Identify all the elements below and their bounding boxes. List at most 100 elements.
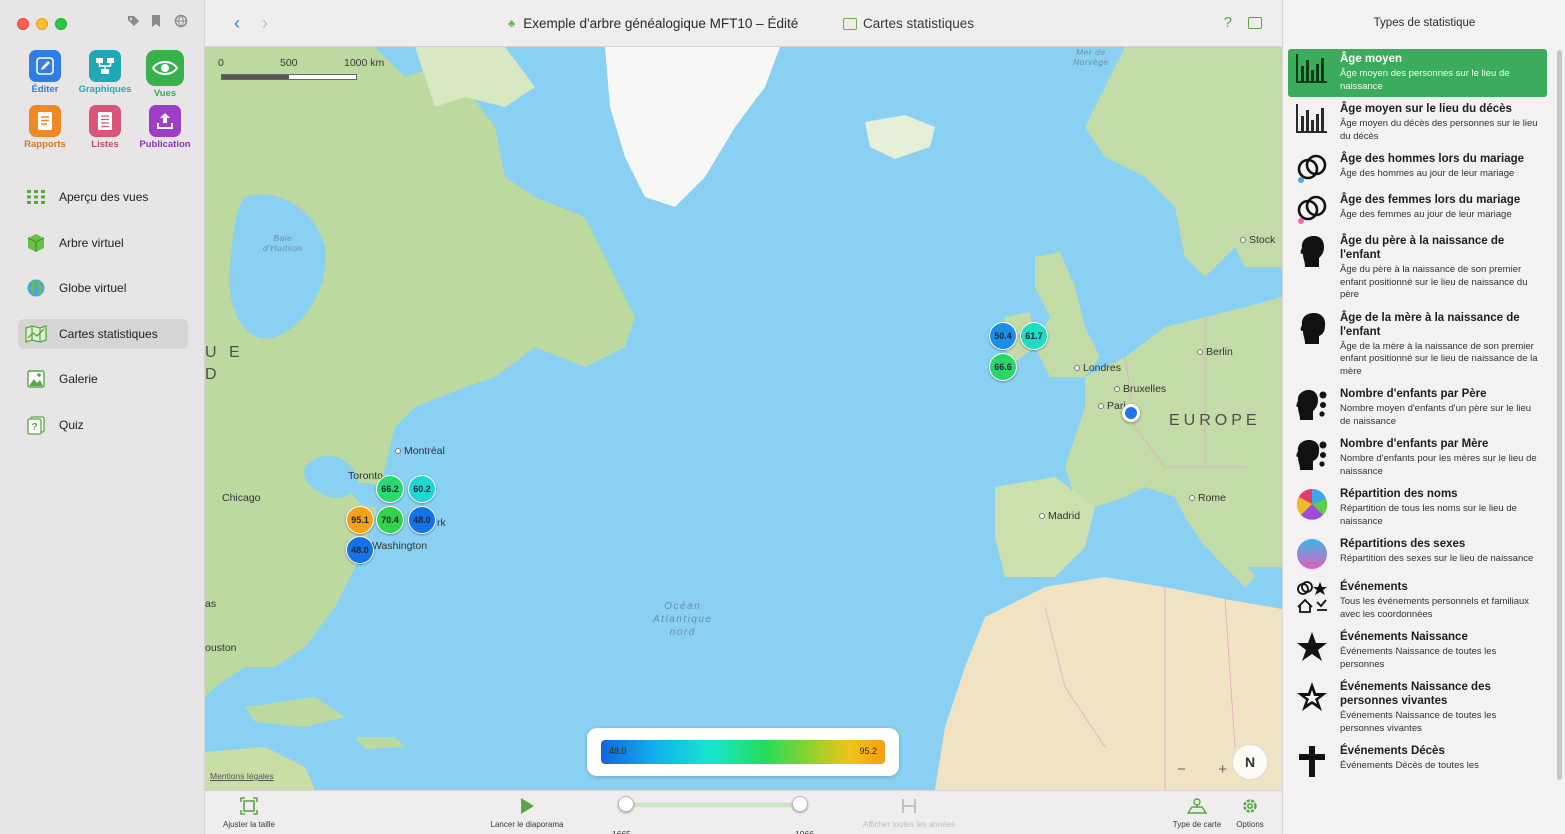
publication-tool-label: Publication bbox=[139, 139, 191, 150]
statistic-type-item[interactable]: Âge moyen sur le lieu du décès Âge moyen … bbox=[1288, 99, 1547, 147]
map-label-chicago: Chicago bbox=[222, 492, 261, 504]
statistic-type-item[interactable]: Nombre d'enfants par Père Nombre moyen d'… bbox=[1288, 384, 1547, 432]
reports-tool[interactable]: Rapports bbox=[15, 105, 75, 150]
statistic-type-item[interactable]: Âge de la mère à la naissance de l'enfan… bbox=[1288, 308, 1547, 383]
sidebar-item-virtual-tree[interactable]: Arbre virtuel bbox=[18, 228, 188, 258]
edit-tool-label: Éditer bbox=[31, 84, 59, 95]
statistic-type-item[interactable]: Nombre d'enfants par Mère Nombre d'enfant… bbox=[1288, 434, 1547, 482]
sidebar-item-gallery[interactable]: Galerie bbox=[18, 364, 188, 394]
map-marker[interactable]: 48.0 bbox=[346, 536, 374, 564]
zoom-out-button[interactable]: − bbox=[1177, 761, 1186, 781]
map-label-houston: ouston bbox=[205, 642, 237, 654]
minimize-window-button[interactable] bbox=[36, 18, 48, 30]
views-tool[interactable]: Vues bbox=[135, 50, 195, 99]
lists-tool[interactable]: Listes bbox=[75, 105, 135, 150]
statistic-list: Âge moyen Âge moyen des personnes sur le … bbox=[1288, 49, 1547, 784]
map-marker[interactable]: 61.7 bbox=[1020, 322, 1048, 350]
compass-button[interactable]: N bbox=[1232, 744, 1268, 780]
statistic-type-description: Âge moyen du décès des personnes sur le … bbox=[1340, 118, 1538, 142]
upload-icon bbox=[149, 105, 181, 137]
sidebar-item-views-overview[interactable]: Aperçu des vues bbox=[18, 182, 188, 212]
window-title-text: Exemple d'arbre généalogique MFT10 – Édi… bbox=[523, 16, 799, 31]
year-range-slider[interactable]: 1665 1966 bbox=[612, 796, 814, 834]
start-slideshow-button[interactable]: Lancer le diaporama bbox=[487, 791, 567, 829]
statistic-type-item[interactable]: Événements Naissance des personnes vivan… bbox=[1288, 677, 1547, 739]
statistic-type-item[interactable]: Âge du père à la naissance de l'enfant Âg… bbox=[1288, 231, 1547, 306]
map-icon bbox=[843, 17, 857, 30]
zoom-in-button[interactable]: + bbox=[1218, 761, 1227, 781]
statistic-type-description: Répartition des sexes sur le lieu de nai… bbox=[1340, 553, 1534, 564]
map-label-berlin: Berlin bbox=[1197, 346, 1233, 358]
statistic-type-item[interactable]: Événements Tous les événements personnels… bbox=[1288, 577, 1547, 625]
close-window-button[interactable] bbox=[17, 18, 29, 30]
show-all-years-label: Afficher toutes les années bbox=[863, 820, 955, 829]
forward-chevron-icon[interactable]: › bbox=[257, 13, 273, 33]
sidebar-item-quiz[interactable]: ? Quiz bbox=[18, 410, 188, 440]
tag-icon[interactable] bbox=[126, 14, 140, 30]
fit-size-button[interactable]: Ajuster la taille bbox=[219, 791, 279, 829]
edit-tool[interactable]: Éditer bbox=[15, 50, 75, 99]
map-marker[interactable]: 66.2 bbox=[376, 475, 404, 503]
bookmark-icon[interactable] bbox=[150, 14, 164, 30]
panel-scrollbar[interactable] bbox=[1557, 50, 1562, 780]
window-title: ♣ Exemple d'arbre généalogique MFT10 – É… bbox=[508, 16, 798, 31]
legend-min: 48.0 bbox=[609, 746, 627, 756]
publication-tool[interactable]: Publication bbox=[135, 105, 195, 150]
toggle-sidebar-icon[interactable] bbox=[1248, 17, 1262, 29]
statistic-type-item[interactable]: Âge moyen Âge moyen des personnes sur le … bbox=[1288, 49, 1547, 97]
options-button[interactable]: Options bbox=[1225, 791, 1275, 829]
statistic-type-item[interactable]: Événements Naissance Événements Naissance… bbox=[1288, 627, 1547, 675]
sidebar-item-label: Aperçu des vues bbox=[59, 190, 149, 204]
sidebar-item-statistic-maps[interactable]: Cartes statistiques bbox=[18, 318, 188, 349]
zoom-controls: − + bbox=[1177, 761, 1227, 781]
back-chevron-icon[interactable]: ‹ bbox=[229, 13, 245, 33]
male-head-icon bbox=[1294, 234, 1330, 270]
sidebar-item-label: Quiz bbox=[59, 417, 84, 432]
map-land-layer bbox=[205, 47, 1282, 790]
statistic-type-name: Nombre d'enfants par Mère bbox=[1340, 438, 1489, 450]
statistic-type-item[interactable]: Répartitions des sexes Répartition des se… bbox=[1288, 534, 1547, 575]
play-icon bbox=[519, 797, 535, 817]
map-marker[interactable]: 48.0 bbox=[408, 506, 436, 534]
map-type-button[interactable]: Type de carte bbox=[1167, 791, 1227, 829]
gear-icon bbox=[1241, 797, 1259, 817]
charts-tool[interactable]: Graphiques bbox=[75, 50, 135, 99]
year-end-label: 1966 bbox=[795, 829, 814, 834]
statistic-type-item[interactable]: Âge des hommes lors du mariage Âge des ho… bbox=[1288, 149, 1547, 188]
map-marker[interactable]: 66.6 bbox=[989, 353, 1017, 381]
sidebar-item-virtual-globe[interactable]: Globe virtuel bbox=[18, 273, 188, 303]
map-view[interactable]: 0 500 1000 km Baie d'Hudson Mer de Norvè… bbox=[205, 47, 1282, 790]
statistic-type-text: Événements Naissance des personnes vivan… bbox=[1340, 680, 1543, 735]
window-subtitle-text: Cartes statistiques bbox=[863, 16, 975, 31]
statistic-type-text: Événements Décès Événements Décès de tout… bbox=[1340, 744, 1543, 773]
mother-children-icon bbox=[1294, 437, 1330, 473]
map-label-rome: Rome bbox=[1189, 492, 1226, 504]
show-all-years-button[interactable]: Afficher toutes les années bbox=[857, 791, 961, 829]
statistic-type-item[interactable]: Répartition des noms Répartition de tous … bbox=[1288, 484, 1547, 532]
statistic-type-name: Âge moyen sur le lieu du décès bbox=[1340, 103, 1512, 115]
map-scale-bar: 0 500 1000 km bbox=[218, 57, 388, 85]
globe-search-icon[interactable] bbox=[174, 14, 188, 30]
legal-notice-link[interactable]: Mentions légales bbox=[210, 771, 274, 781]
statistic-type-description: Âge des femmes au jour de leur mariage bbox=[1340, 209, 1512, 220]
map-icon bbox=[24, 323, 48, 345]
map-label-baie-hudson: Baie d'Hudson bbox=[263, 233, 303, 253]
map-marker[interactable]: 60.2 bbox=[408, 475, 436, 503]
statistic-type-item[interactable]: Âge des femmes lors du mariage Âge des fe… bbox=[1288, 190, 1547, 229]
map-marker[interactable]: 95.1 bbox=[346, 506, 374, 534]
bottom-toolbar: Ajuster la taille Lancer le diaporama 16… bbox=[205, 790, 1282, 834]
year-end-handle[interactable] bbox=[792, 796, 808, 812]
father-children-icon bbox=[1294, 387, 1330, 423]
year-start-handle[interactable] bbox=[618, 796, 634, 812]
caribbean-islands-land bbox=[245, 697, 345, 727]
map-marker[interactable]: 50.4 bbox=[989, 322, 1017, 350]
help-button[interactable]: ? bbox=[1224, 14, 1232, 31]
map-marker[interactable]: 70.4 bbox=[376, 506, 404, 534]
statistic-type-item[interactable]: Événements Décès Événements Décès de tout… bbox=[1288, 741, 1547, 782]
fit-size-label: Ajuster la taille bbox=[222, 820, 276, 829]
statistic-type-name: Événements Naissance des personnes vivan… bbox=[1340, 681, 1491, 707]
color-gradient: 48.0 95.2 bbox=[601, 740, 885, 764]
leaf-icon: ♣ bbox=[508, 17, 516, 30]
zoom-window-button[interactable] bbox=[55, 18, 67, 30]
map-label-ocean-atlantique: Océan Atlantique nord bbox=[653, 601, 713, 638]
